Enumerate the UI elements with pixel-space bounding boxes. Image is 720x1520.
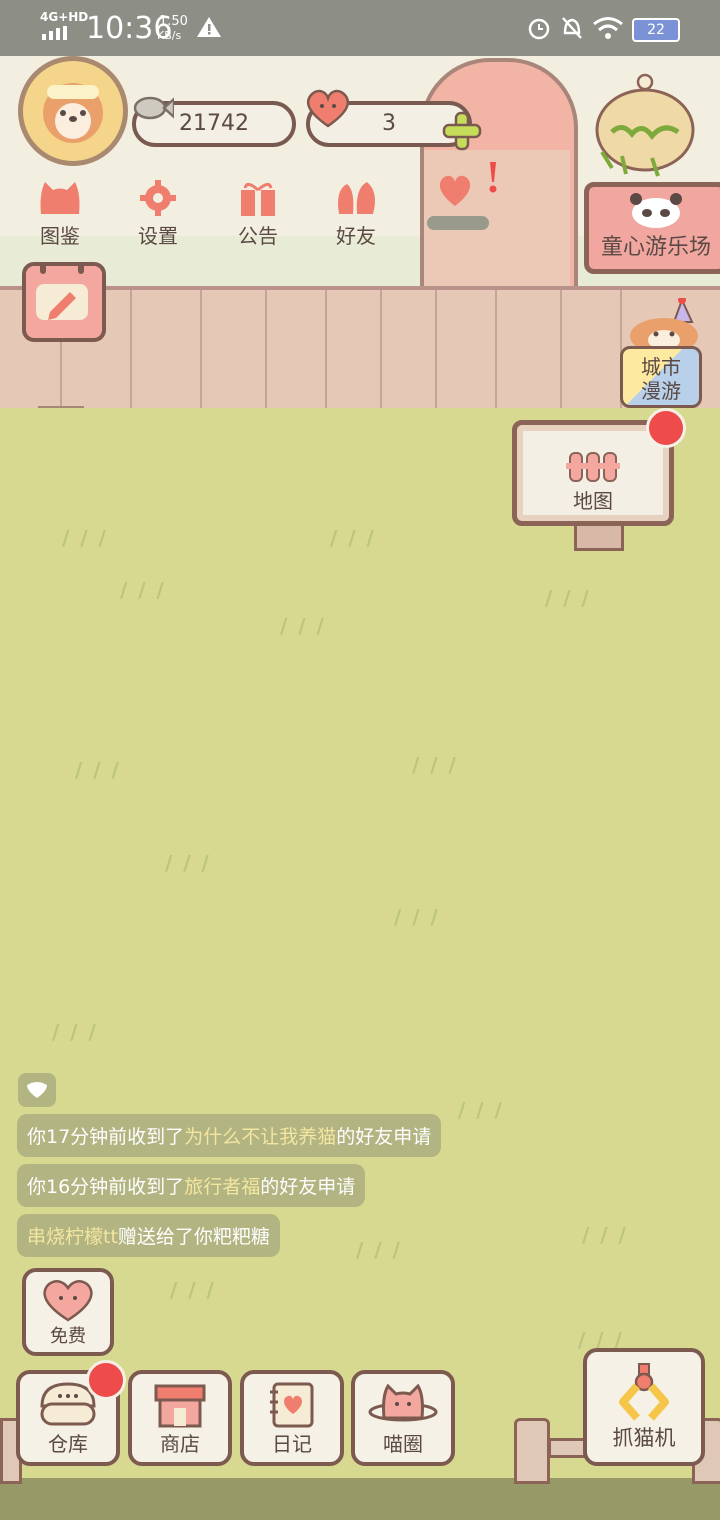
cat-planet-icon: [368, 1383, 438, 1422]
fence-map-icon: [566, 452, 620, 482]
speed-unit: KB/s: [157, 29, 182, 42]
fence-post: [514, 1418, 550, 1484]
shop-label: 商店: [160, 1432, 200, 1456]
ground-strip: [0, 1478, 720, 1520]
message-item: 你16分钟前收到了旅行者福的好友申请: [17, 1164, 366, 1207]
panda-icon: [630, 193, 682, 228]
message-user-link[interactable]: 为什么不让我养猫: [184, 1126, 336, 1148]
wooden-fence: [0, 286, 720, 418]
map-notification-dot: [646, 408, 686, 448]
menu-item-friends[interactable]: 好友: [316, 180, 396, 260]
warehouse-label: 仓库: [48, 1432, 88, 1456]
wifi-icon: [593, 17, 623, 39]
city-tour-sign: 城市 漫游: [620, 346, 702, 408]
menu-item-settings[interactable]: 设置: [118, 180, 198, 260]
fish-icon: [133, 96, 174, 120]
plant-basket-icon: [595, 73, 695, 177]
chevron-down-icon: [27, 1082, 47, 1098]
gear-icon: [140, 180, 176, 216]
edit-calendar-button[interactable]: [22, 260, 106, 342]
claw-machine-button[interactable]: 抓猫机: [583, 1348, 705, 1466]
add-heart-button[interactable]: [442, 111, 482, 151]
speed-value: 1.50: [159, 14, 188, 29]
diary-label: 日记: [272, 1432, 312, 1456]
message-item: 串烧柠檬tt赠送给了你粑粑糖: [17, 1214, 280, 1257]
warning-icon: [197, 17, 221, 37]
message-user-link[interactable]: 串烧柠檬tt: [27, 1226, 118, 1248]
amusement-park-button[interactable]: 童心游乐场: [584, 182, 720, 274]
heart-face-icon: [43, 1280, 93, 1322]
cat-head-icon: [40, 182, 80, 214]
menu-label: 设置: [138, 224, 178, 248]
signal-icon: [42, 26, 67, 40]
city-tour-label-line2: 漫游: [641, 379, 681, 403]
message-prefix: 你17分钟前收到了: [27, 1126, 185, 1148]
claw-icon: [619, 1363, 669, 1421]
heart-count: 3: [382, 111, 396, 136]
message-suffix: 的好友申请: [336, 1126, 432, 1148]
friends-icon: [338, 182, 375, 214]
city-tour-button[interactable]: 城市 漫游: [620, 298, 706, 412]
alarm-icon: [528, 18, 550, 40]
menu-item-collection[interactable]: 图鉴: [20, 180, 100, 260]
menu-item-announcement[interactable]: 公告: [218, 180, 298, 260]
shop-icon: [154, 1384, 206, 1428]
party-dog-icon: [630, 298, 698, 346]
pencil-icon: [36, 260, 88, 320]
city-tour-label-line1: 城市: [641, 355, 681, 379]
diary-icon: [270, 1382, 314, 1428]
meow-circle-button[interactable]: 喵圈: [351, 1370, 455, 1466]
battery-icon: 22: [632, 18, 680, 42]
menu-label: 公告: [238, 224, 278, 248]
fish-count: 21742: [179, 111, 249, 136]
menu-label: 好友: [336, 224, 376, 248]
free-button[interactable]: 免费: [22, 1268, 114, 1356]
message-item: 你17分钟前收到了为什么不让我养猫的好友申请: [17, 1114, 442, 1157]
battery-level: 22: [647, 22, 665, 38]
amusement-park-label: 童心游乐场: [600, 235, 711, 260]
plus-icon: [442, 111, 482, 151]
hearts-icon: [439, 175, 471, 206]
warehouse-notification-dot: [86, 1360, 126, 1400]
free-label: 免费: [50, 1326, 86, 1347]
message-user-link[interactable]: 旅行者福: [184, 1176, 260, 1198]
message-suffix: 的好友申请: [260, 1176, 356, 1198]
dog-avatar-icon: [43, 83, 103, 143]
message-toggle-button[interactable]: [18, 1073, 56, 1107]
map-label: 地图: [573, 489, 613, 513]
menu-hearts-progress: [427, 216, 489, 230]
network-type: 4G+HD: [40, 10, 89, 24]
heart-face-icon: [307, 89, 349, 128]
message-suffix: 赠送给了你粑粑糖: [117, 1226, 270, 1248]
meow-circle-label: 喵圈: [383, 1432, 423, 1456]
shop-button[interactable]: 商店: [128, 1370, 232, 1466]
exclamation-icon: [489, 162, 497, 193]
status-bar: 4G+HD 10:36 1.50 KB/s 22: [0, 0, 720, 56]
gift-icon: [241, 183, 275, 216]
message-prefix: 你16分钟前收到了: [27, 1176, 185, 1198]
mute-bell-icon: [562, 17, 582, 39]
menu-label: 图鉴: [40, 224, 80, 248]
diary-button[interactable]: 日记: [240, 1370, 344, 1466]
avatar[interactable]: [18, 56, 128, 166]
claw-machine-label: 抓猫机: [612, 1426, 676, 1450]
